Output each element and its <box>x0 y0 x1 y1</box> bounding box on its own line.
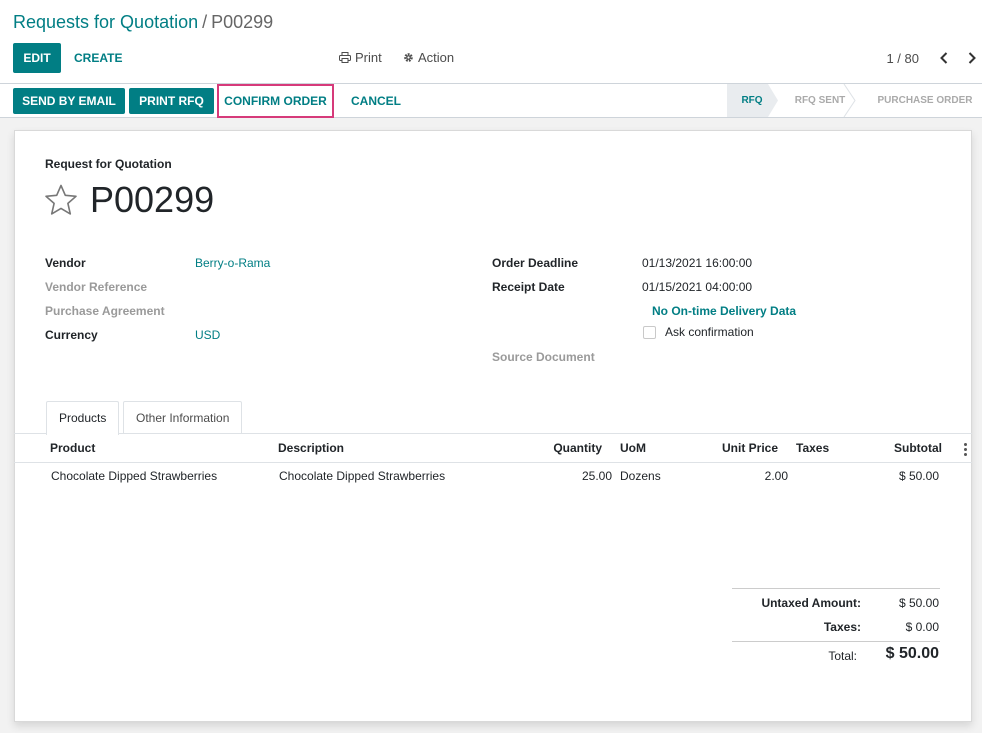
ask-confirmation-checkbox[interactable] <box>643 326 656 339</box>
confirm-order-button[interactable]: CONFIRM ORDER <box>217 84 334 118</box>
currency-label: Currency <box>45 328 98 342</box>
source-document-label: Source Document <box>492 350 595 364</box>
send-by-email-button[interactable]: SEND BY EMAIL <box>13 88 125 114</box>
vendor-reference-label: Vendor Reference <box>45 280 148 294</box>
column-taxes[interactable]: Taxes <box>796 441 829 455</box>
stage-rfq-label: RFQ <box>741 95 763 106</box>
breadcrumb-parent-link[interactable]: Requests for Quotation <box>13 12 198 32</box>
untaxed-amount-label: Untaxed Amount: <box>761 596 861 610</box>
print-label: Print <box>355 50 382 65</box>
total-label: Total: <box>828 649 857 663</box>
column-unit-price[interactable]: Unit Price <box>700 441 778 455</box>
purchase-agreement-label: Purchase Agreement <box>45 304 165 318</box>
order-deadline-label: Order Deadline <box>492 256 579 270</box>
breadcrumb-separator: / <box>202 12 208 32</box>
star-icon[interactable] <box>44 184 78 219</box>
create-button[interactable]: CREATE <box>74 43 122 73</box>
order-name: P00299 <box>90 179 215 220</box>
column-description[interactable]: Description <box>278 441 344 455</box>
ask-confirmation-label: Ask confirmation <box>665 325 754 339</box>
vendor-value[interactable]: Berry-o-Rama <box>195 256 270 270</box>
print-icon <box>339 44 351 74</box>
row-uom: Dozens <box>620 469 661 483</box>
print-dropdown[interactable]: Print <box>339 43 382 73</box>
column-product[interactable]: Product <box>50 441 95 455</box>
optional-columns-icon[interactable] <box>961 441 969 457</box>
vendor-label: Vendor <box>45 256 86 270</box>
chevron-left-icon <box>940 51 948 67</box>
stage-purchase-order[interactable]: PURCHASE ORDER <box>870 84 980 117</box>
taxes-label: Taxes: <box>823 620 861 634</box>
row-product: Chocolate Dipped Strawberries <box>51 469 218 483</box>
row-description: Chocolate Dipped Strawberries <box>279 469 446 483</box>
edit-button[interactable]: EDIT <box>13 43 61 73</box>
row-subtotal: $ 50.00 <box>898 469 939 483</box>
gear-icon <box>403 44 414 74</box>
breadcrumb-current: P00299 <box>211 12 274 32</box>
document-type-label: Request for Quotation <box>45 157 172 171</box>
cancel-button[interactable]: CANCEL <box>351 88 401 114</box>
stage-rfq-sent[interactable]: RFQ SENT <box>784 84 856 117</box>
table-header-divider <box>14 462 972 463</box>
control-panel: Requests for Quotation / P00299 EDIT CREAT… <box>0 0 982 84</box>
action-dropdown[interactable]: Action <box>403 43 454 73</box>
action-label: Action <box>418 50 455 65</box>
print-rfq-button[interactable]: PRINT RFQ <box>129 88 214 114</box>
breadcrumb: Requests for Quotation / P00299 <box>13 11 273 33</box>
receipt-date-label: Receipt Date <box>492 280 565 294</box>
column-quantity[interactable]: Quantity <box>532 441 602 455</box>
untaxed-amount-value: $ 50.00 <box>898 596 939 610</box>
tab-products[interactable]: Products <box>46 401 120 435</box>
tab-other-information[interactable]: Other Information <box>123 401 243 434</box>
statusbar: SEND BY EMAIL PRINT RFQ CONFIRM ORDER CA… <box>0 84 982 118</box>
pager-next-button[interactable] <box>962 49 982 69</box>
pager-value[interactable]: 1 / 80 <box>886 51 919 66</box>
on-time-delivery-link[interactable]: No On-time Delivery Data <box>652 304 796 318</box>
totals-bottom-divider <box>732 641 940 642</box>
row-unit-price: 2.00 <box>764 469 788 483</box>
column-subtotal[interactable]: Subtotal <box>862 441 942 455</box>
pager-previous-button[interactable] <box>934 49 954 69</box>
order-deadline-value[interactable]: 01/13/2021 16:00:00 <box>642 256 752 270</box>
row-quantity: 25.00 <box>581 469 612 483</box>
total-value: $ 50.00 <box>885 645 939 662</box>
receipt-date-value[interactable]: 01/15/2021 04:00:00 <box>642 280 752 294</box>
totals-top-divider <box>732 588 940 589</box>
currency-value[interactable]: USD <box>195 328 220 342</box>
taxes-value: $ 0.00 <box>905 620 939 634</box>
chevron-right-icon <box>968 51 976 67</box>
column-uom[interactable]: UoM <box>620 441 646 455</box>
